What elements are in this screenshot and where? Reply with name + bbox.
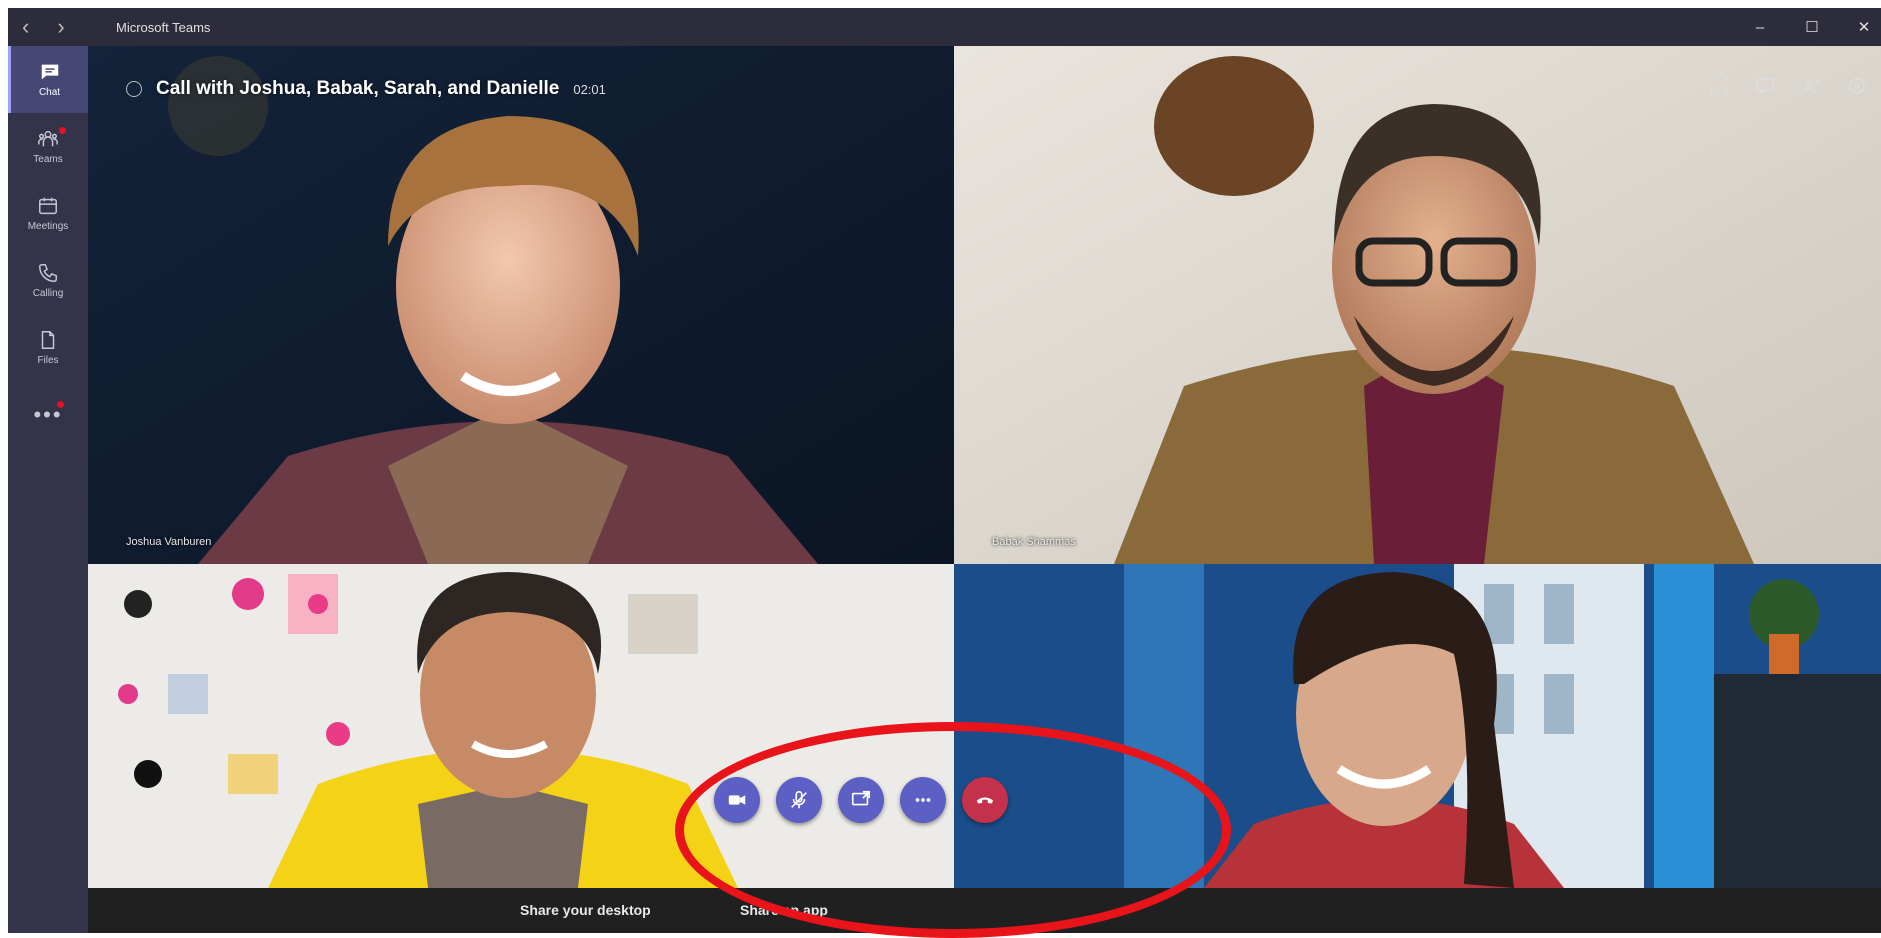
rail-item-more[interactable]: •••: [8, 381, 88, 448]
participant-video: [954, 564, 1881, 888]
conversation-icon[interactable]: [1755, 76, 1775, 96]
rail-label-chat: Chat: [38, 87, 61, 98]
nav-arrows: ‹ ›: [22, 14, 112, 40]
more-options-button[interactable]: [900, 777, 946, 823]
video-toggle-button[interactable]: [714, 777, 760, 823]
forward-arrow-icon[interactable]: ›: [57, 14, 64, 40]
share-screen-icon: [851, 790, 871, 806]
app-title: Microsoft Teams: [116, 19, 211, 35]
rail-label-teams: Teams: [33, 154, 63, 165]
hang-up-button[interactable]: [962, 777, 1008, 823]
rail-label-files: Files: [37, 355, 59, 366]
teams-icon: [38, 130, 58, 147]
minimize-button[interactable]: –: [1751, 19, 1769, 36]
share-bar: Share your desktop Share an app: [88, 888, 1881, 933]
video-tile-danielle[interactable]: [954, 564, 1881, 888]
call-top-icons: [1709, 76, 1867, 96]
teams-window: ‹ › Microsoft Teams – ☐ ✕ Chat Teams Mee…: [8, 8, 1881, 933]
participants-icon[interactable]: [1801, 76, 1821, 96]
fullscreen-icon[interactable]: [1709, 76, 1729, 96]
rail-item-teams[interactable]: Teams: [8, 113, 88, 180]
participant-name: Joshua Vanburen: [126, 536, 212, 548]
maximize-button[interactable]: ☐: [1803, 18, 1821, 36]
title-bar: ‹ › Microsoft Teams – ☐ ✕: [8, 8, 1881, 46]
video-tile-sarah[interactable]: [88, 564, 954, 888]
rail-label-calling: Calling: [32, 288, 64, 299]
call-indicator-icon: [126, 81, 142, 97]
share-desktop-link[interactable]: Share your desktop: [520, 902, 651, 918]
notification-dot: [59, 127, 66, 134]
call-controls: [714, 777, 1008, 823]
rail-item-files[interactable]: Files: [8, 314, 88, 381]
participant-video: [88, 46, 954, 564]
rail-item-meetings[interactable]: Meetings: [8, 180, 88, 247]
chat-icon: [41, 64, 58, 80]
notification-dot: [57, 401, 64, 408]
participant-video: [954, 46, 1881, 564]
participant-video: [88, 564, 954, 888]
mute-button[interactable]: [776, 777, 822, 823]
app-rail: Chat Teams Meetings Calling Files •••: [8, 46, 88, 933]
share-screen-button[interactable]: [838, 777, 884, 823]
file-icon: [41, 331, 55, 349]
video-tile-babak[interactable]: Babak Shammas: [954, 46, 1881, 564]
call-header: Call with Joshua, Babak, Sarah, and Dani…: [126, 78, 606, 100]
back-arrow-icon[interactable]: ‹: [22, 14, 29, 40]
video-icon: [728, 795, 746, 805]
call-title: Call with Joshua, Babak, Sarah, and Dani…: [156, 78, 560, 99]
mic-muted-icon: [791, 790, 807, 809]
participant-name: Babak Shammas: [992, 536, 1076, 548]
rail-item-calling[interactable]: Calling: [8, 247, 88, 314]
hang-up-icon: [976, 797, 994, 804]
settings-icon[interactable]: [1847, 76, 1867, 96]
video-tile-joshua[interactable]: Call with Joshua, Babak, Sarah, and Dani…: [88, 46, 954, 564]
more-options-icon: [915, 798, 931, 802]
phone-icon: [39, 264, 57, 282]
rail-item-chat[interactable]: Chat: [8, 46, 88, 113]
rail-label-meetings: Meetings: [27, 221, 69, 232]
close-button[interactable]: ✕: [1855, 18, 1873, 36]
call-duration: 02:01: [573, 81, 606, 97]
share-app-link[interactable]: Share an app: [740, 902, 828, 918]
calendar-icon: [39, 197, 57, 215]
window-controls: – ☐ ✕: [1751, 8, 1873, 46]
